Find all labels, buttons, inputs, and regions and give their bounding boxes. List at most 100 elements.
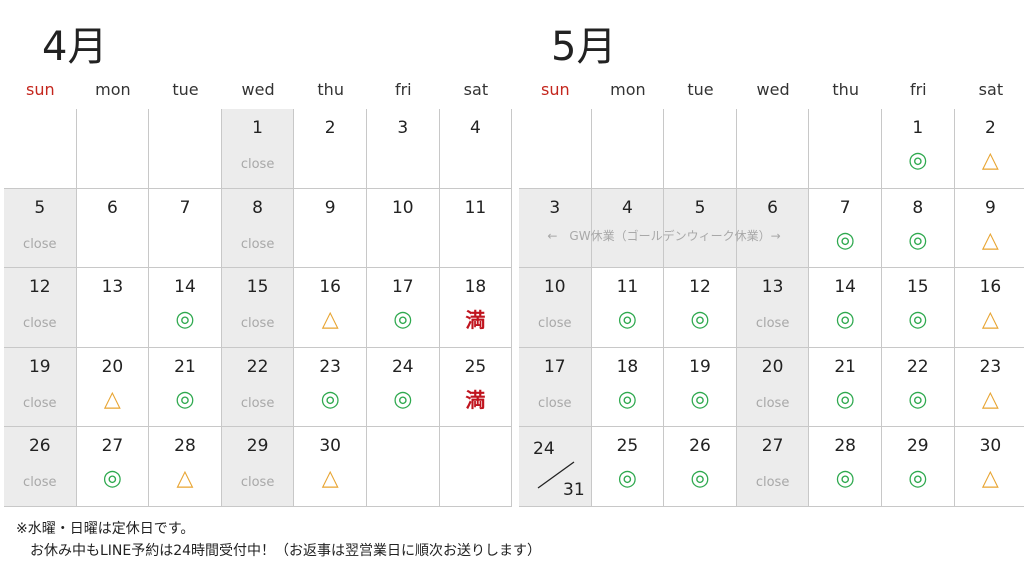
status-available-icon: ◎ (908, 307, 928, 332)
day-number: 7 (839, 197, 851, 218)
day-cell-30[interactable]: 30 △ (294, 427, 367, 507)
day-cell-25[interactable]: 25 ◎ (591, 427, 665, 507)
day-cell-12[interactable]: 12 close (4, 268, 77, 348)
day-cell-9[interactable]: 9 △ (954, 188, 1024, 268)
day-cell-16[interactable]: 16 △ (294, 268, 367, 348)
day-cell-19[interactable]: 19 close (4, 347, 77, 427)
note-line-booking: お休み中もLINE予約は24時間受付中！（お返事は翌営業日に順次お送りします） (16, 543, 542, 559)
day-cell-27[interactable]: 27 close (736, 427, 810, 507)
weekday-thu: thu (317, 80, 344, 99)
day-cell-29[interactable]: 29 ◎ (882, 427, 955, 507)
day-number: 18 (464, 277, 487, 297)
weekday-thu: thu (832, 80, 859, 99)
day-cell-12[interactable]: 12 ◎ (664, 268, 737, 348)
closed-label: close (23, 236, 57, 252)
closed-label: close (240, 475, 275, 490)
day-cell-1[interactable]: 1 ◎ (882, 109, 955, 189)
empty-day-cell (809, 109, 882, 189)
day-cell-22[interactable]: 22 close (221, 347, 295, 427)
status-available-icon: ◎ (690, 307, 710, 332)
day-cell-7[interactable]: 7 ◎ (809, 188, 882, 268)
day-number: 27 (761, 436, 784, 456)
day-cell-8[interactable]: 8 ◎ (882, 188, 955, 268)
day-cell-23[interactable]: 23 △ (954, 347, 1024, 427)
day-number: 1 (912, 118, 924, 138)
day-cell-22[interactable]: 22 ◎ (882, 347, 955, 427)
status-full-icon: 満 (465, 387, 486, 412)
day-cell-18[interactable]: 18 ◎ (591, 347, 665, 427)
day-number: 8 (912, 197, 924, 218)
day-cell-2[interactable]: 2 △ (954, 109, 1024, 189)
day-cell-9[interactable]: 9 (294, 188, 367, 268)
day-number: 29 (906, 436, 929, 456)
day-cell-13[interactable]: 13 (76, 268, 150, 348)
day-number: 17 (391, 277, 414, 297)
day-cell-1[interactable]: 1 close (221, 109, 295, 189)
closed-label: close (240, 236, 275, 252)
may-title: 5月 (551, 24, 617, 70)
closed-label: close (755, 316, 790, 331)
day-cell-30[interactable]: 30 △ (954, 427, 1024, 507)
day-cell-24[interactable]: 24 ◎ (367, 347, 440, 427)
gw-holiday-label: ← GW休業（ゴールデンウィーク休業）→ (547, 229, 781, 243)
day-cell-2[interactable]: 2 (294, 109, 367, 189)
day-cell-3[interactable]: 3 (367, 109, 440, 189)
day-cell-14[interactable]: 14 ◎ (809, 268, 882, 348)
day-cell-11[interactable]: 11 ◎ (591, 268, 665, 348)
day-cell-8[interactable]: 8 close (221, 188, 295, 268)
status-full-icon: 満 (465, 308, 486, 332)
day-cell-10[interactable]: 10 (367, 188, 440, 268)
status-available-icon: ◎ (690, 386, 710, 412)
weekday-mon: mon (610, 80, 646, 99)
status-few-left-icon: △ (103, 386, 121, 412)
day-cell-20[interactable]: 20 close (736, 347, 810, 427)
day-cell-28[interactable]: 28 ◎ (809, 427, 882, 507)
day-cell-20[interactable]: 20 △ (76, 347, 150, 427)
day-cell-19[interactable]: 19 ◎ (664, 347, 737, 427)
day-cell-18[interactable]: 18 満 (439, 268, 513, 348)
day-cell-13[interactable]: 13 close (736, 268, 810, 348)
status-available-icon: ◎ (908, 148, 928, 173)
day-number: 11 (616, 277, 639, 297)
day-cell-27[interactable]: 27 ◎ (76, 427, 150, 507)
day-number: 15 (246, 277, 269, 297)
status-available-icon: ◎ (908, 386, 928, 412)
day-number: 30 (979, 436, 1002, 456)
day-cell-21[interactable]: 21 ◎ (149, 347, 222, 427)
day-number: 10 (391, 197, 414, 218)
day-number: 28 (834, 436, 856, 456)
empty-day-cell (149, 109, 222, 189)
empty-day-cell (519, 109, 592, 189)
day-cell-15[interactable]: 15 ◎ (882, 268, 955, 348)
weekday-fri: fri (909, 80, 927, 99)
day-number: 1 (252, 118, 263, 138)
day-cell-25[interactable]: 25 満 (439, 347, 513, 427)
day-cell-11[interactable]: 11 (439, 188, 513, 268)
status-few-left-icon: △ (981, 386, 999, 412)
day-cell-26[interactable]: 26 close (4, 427, 77, 507)
day-cell-17[interactable]: 17 ◎ (367, 268, 440, 348)
day-cell-14[interactable]: 14 ◎ (149, 268, 222, 348)
status-few-left-icon: △ (176, 466, 194, 491)
day-cell-7[interactable]: 7 (149, 188, 222, 268)
day-cell-23[interactable]: 23 ◎ (294, 347, 367, 427)
day-number: 6 (767, 197, 778, 218)
day-number: 15 (906, 277, 929, 297)
day-cell-15[interactable]: 15 close (221, 268, 295, 348)
day-cell-4[interactable]: 4 (439, 109, 513, 189)
day-cell-5[interactable]: 5 close (4, 188, 77, 268)
day-cell-28[interactable]: 28 △ (149, 427, 222, 507)
day-cell-17[interactable]: 17 close (519, 347, 592, 427)
weekday-tue: tue (687, 80, 714, 99)
status-available-icon: ◎ (175, 307, 195, 332)
day-cell-21[interactable]: 21 ◎ (809, 347, 882, 427)
day-number: 16 (319, 277, 341, 297)
day-cell-26[interactable]: 26 ◎ (664, 427, 737, 507)
day-cell-10[interactable]: 10 close (519, 268, 592, 348)
day-cell-29[interactable]: 29 close (221, 427, 295, 507)
day-cell-6[interactable]: 6 (76, 188, 150, 268)
day-number: 14 (834, 277, 856, 297)
day-number: 2 (984, 118, 996, 138)
day-cell-16[interactable]: 16 △ (954, 268, 1024, 348)
status-available-icon: ◎ (617, 307, 637, 332)
